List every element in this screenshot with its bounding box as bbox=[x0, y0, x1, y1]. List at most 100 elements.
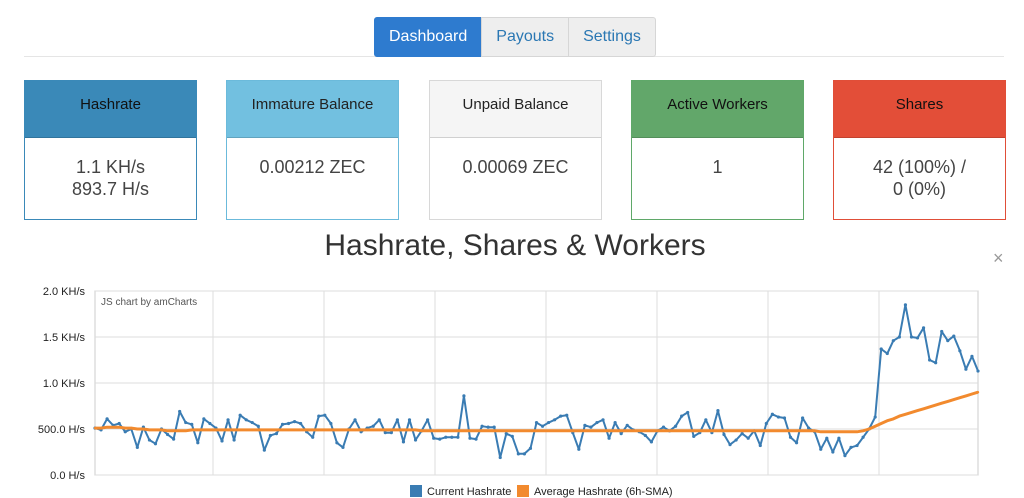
tab-dashboard[interactable]: Dashboard bbox=[374, 17, 483, 57]
data-point bbox=[897, 335, 901, 339]
data-point-avg bbox=[783, 429, 786, 433]
data-point-avg bbox=[347, 428, 351, 432]
data-point-avg bbox=[220, 428, 224, 432]
data-point bbox=[958, 349, 962, 353]
data-point bbox=[843, 454, 847, 458]
data-point-avg bbox=[257, 428, 260, 432]
data-point-avg bbox=[468, 429, 472, 433]
data-point-avg bbox=[904, 413, 907, 416]
data-point-avg bbox=[251, 428, 254, 432]
data-point bbox=[661, 425, 666, 429]
data-point-avg bbox=[837, 430, 841, 433]
data-point-avg bbox=[970, 392, 974, 396]
legend-label: Average Hashrate (6h-SMA) bbox=[534, 486, 673, 498]
data-point-avg bbox=[777, 429, 780, 433]
tab-settings[interactable]: Settings bbox=[568, 17, 656, 57]
data-point-avg bbox=[329, 428, 333, 432]
data-point bbox=[559, 414, 563, 418]
data-point bbox=[383, 431, 387, 435]
legend-label: Current Hashrate bbox=[427, 486, 511, 498]
data-point bbox=[976, 369, 980, 373]
data-point bbox=[607, 436, 611, 440]
data-point bbox=[244, 418, 248, 422]
data-point-avg bbox=[626, 429, 629, 433]
data-point-avg bbox=[632, 429, 635, 433]
data-point-avg bbox=[704, 429, 708, 433]
data-point-avg bbox=[952, 398, 956, 401]
data-point bbox=[928, 358, 932, 362]
data-point-avg bbox=[523, 429, 526, 433]
top-banner-title bbox=[0, 0, 1024, 15]
data-point-avg bbox=[547, 429, 550, 433]
data-point-avg bbox=[565, 429, 568, 433]
data-point-avg bbox=[287, 428, 290, 432]
data-point-avg bbox=[154, 428, 157, 432]
data-point-avg bbox=[698, 429, 701, 433]
data-point bbox=[220, 439, 224, 443]
data-point-avg bbox=[372, 428, 375, 432]
data-point bbox=[262, 448, 266, 452]
data-point bbox=[389, 431, 393, 435]
data-point-avg bbox=[142, 427, 145, 431]
tab-payouts[interactable]: Payouts bbox=[481, 17, 570, 57]
data-point-avg bbox=[589, 429, 593, 433]
data-point bbox=[861, 435, 865, 439]
data-point-avg bbox=[771, 429, 774, 433]
data-point-avg bbox=[117, 425, 121, 429]
hashrate-chart[interactable]: 0.0 H/s 500.0 H/s 1.0 KH/s 1.5 KH/s 2.0 KH/s… bbox=[0, 276, 1024, 498]
data-point-avg bbox=[680, 429, 683, 433]
data-point bbox=[504, 432, 508, 436]
stat-value-line: 0.00069 ZEC bbox=[462, 157, 569, 177]
data-point bbox=[764, 421, 768, 426]
data-point bbox=[770, 412, 774, 416]
data-point-avg bbox=[619, 429, 623, 433]
y-tick-label: 2.0 KH/s bbox=[43, 286, 86, 298]
data-point-avg bbox=[571, 429, 574, 433]
data-point-avg bbox=[559, 429, 562, 433]
data-point bbox=[522, 452, 527, 456]
data-point-avg bbox=[722, 429, 726, 433]
data-point-avg bbox=[595, 429, 599, 433]
data-point bbox=[371, 424, 375, 428]
data-point bbox=[341, 445, 345, 449]
data-point-avg bbox=[130, 426, 133, 430]
data-point bbox=[413, 438, 418, 442]
stat-value: 1 bbox=[632, 138, 803, 178]
data-point bbox=[516, 452, 520, 456]
data-point-avg bbox=[958, 396, 962, 399]
data-point-avg bbox=[819, 430, 822, 433]
close-icon[interactable]: × bbox=[993, 248, 1004, 269]
data-point bbox=[105, 417, 109, 421]
data-point-avg bbox=[269, 428, 272, 432]
data-point-avg bbox=[789, 429, 792, 433]
stat-value-line: 0.00212 ZEC bbox=[259, 157, 366, 177]
data-point-avg bbox=[190, 428, 193, 432]
data-point bbox=[952, 334, 956, 338]
stat-immature-balance: Immature Balance 0.00212 ZEC bbox=[226, 80, 399, 220]
data-point-avg bbox=[456, 429, 460, 433]
data-point bbox=[317, 414, 321, 418]
data-point-avg bbox=[444, 429, 447, 433]
data-point bbox=[613, 420, 617, 425]
stat-title: Shares bbox=[834, 81, 1005, 138]
data-point bbox=[480, 424, 484, 428]
data-point bbox=[825, 436, 829, 440]
data-point-avg bbox=[414, 428, 417, 432]
data-point-avg bbox=[281, 428, 284, 432]
data-point bbox=[165, 432, 170, 437]
data-point-avg bbox=[402, 428, 405, 432]
data-point bbox=[450, 435, 454, 439]
data-point-avg bbox=[898, 414, 901, 418]
data-point bbox=[540, 424, 545, 428]
data-point-avg bbox=[196, 428, 200, 432]
data-point-avg bbox=[293, 428, 296, 432]
data-point-avg bbox=[474, 429, 478, 433]
data-point bbox=[286, 421, 291, 426]
data-point bbox=[643, 433, 647, 438]
data-point bbox=[226, 418, 230, 422]
y-tick-label: 500.0 H/s bbox=[38, 424, 86, 436]
data-point-avg bbox=[813, 429, 816, 433]
data-point bbox=[686, 410, 690, 415]
stat-value: 0.00069 ZEC bbox=[430, 138, 601, 178]
data-point-avg bbox=[753, 429, 756, 433]
